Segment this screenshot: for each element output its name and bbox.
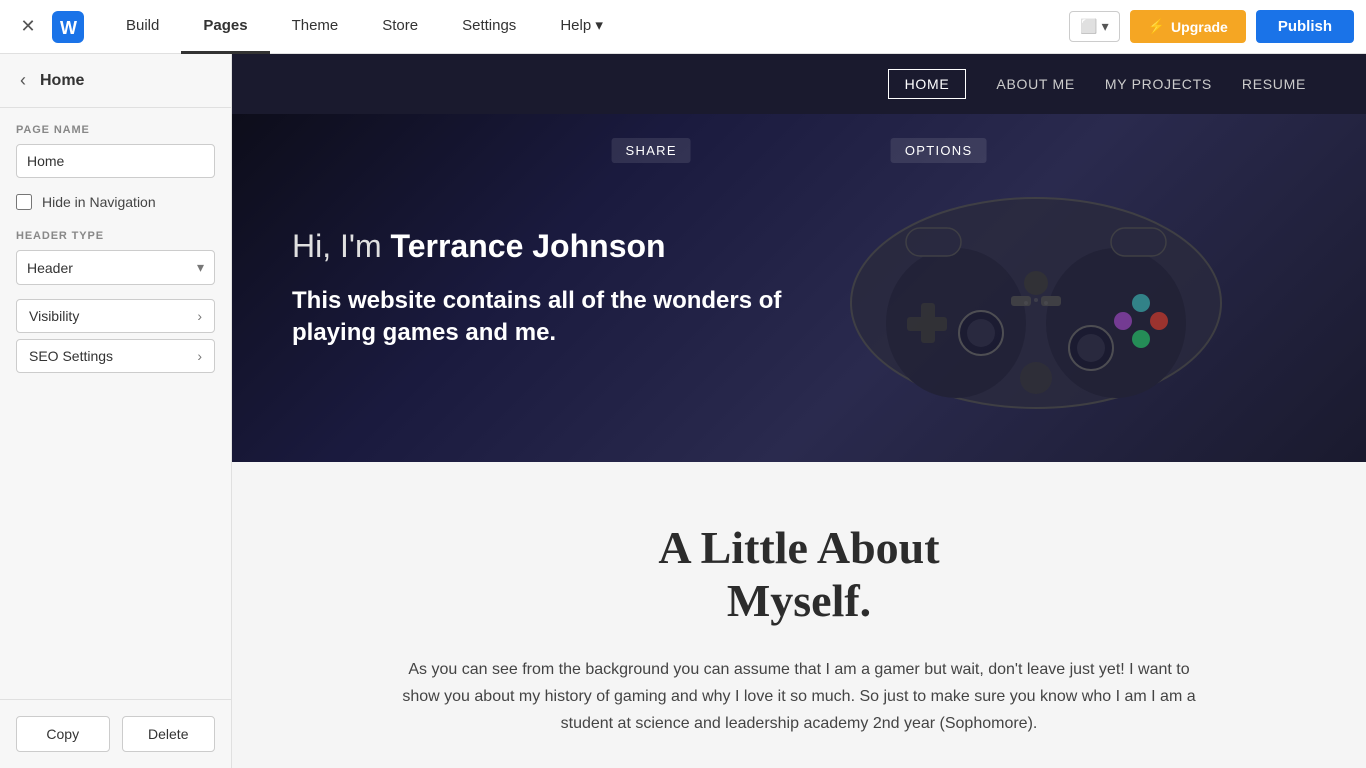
copy-button[interactable]: Copy xyxy=(16,716,110,752)
sidebar-footer: Copy Delete xyxy=(0,699,231,768)
nav-item-build[interactable]: Build xyxy=(104,0,181,54)
logo: W xyxy=(48,7,88,47)
hero-text: Hi, I'm Terrance Johnson This website co… xyxy=(232,228,912,347)
close-button[interactable]: ✕ xyxy=(12,11,44,43)
about-title: A Little About Myself. xyxy=(272,522,1326,628)
header-type-arrow: ▾ xyxy=(187,251,214,284)
nav-item-settings[interactable]: Settings xyxy=(440,0,538,54)
nav-item-store[interactable]: Store xyxy=(360,0,440,54)
share-button[interactable]: SHARE xyxy=(612,138,691,163)
page-name-label: PAGE NAME xyxy=(16,124,215,136)
sidebar-back-button[interactable]: ‹ xyxy=(16,68,30,93)
site-nav-projects[interactable]: MY PROJECTS xyxy=(1105,72,1212,96)
device-selector[interactable]: ⬜ ▾ xyxy=(1069,11,1119,42)
seo-settings-label: SEO Settings xyxy=(29,348,113,364)
header-type-select[interactable]: Header None Splash xyxy=(17,252,187,284)
delete-button[interactable]: Delete xyxy=(122,716,216,752)
hide-nav-label: Hide in Navigation xyxy=(42,194,156,210)
nav-item-theme[interactable]: Theme xyxy=(270,0,361,54)
site-nav-home[interactable]: HOME xyxy=(888,69,967,99)
hero-overlay-buttons: SHARE OPTIONS xyxy=(612,138,987,163)
content-area: HOME ABOUT ME MY PROJECTS RESUME xyxy=(232,54,1366,768)
site-nav-resume[interactable]: RESUME xyxy=(1242,72,1306,96)
seo-settings-row[interactable]: SEO Settings › xyxy=(16,339,215,373)
top-navbar: ✕ W Build Pages Theme Store Settings Hel… xyxy=(0,0,1366,54)
visibility-row[interactable]: Visibility › xyxy=(16,299,215,333)
hero-subtitle: This website contains all of the wonders… xyxy=(292,285,852,347)
nav-item-pages[interactable]: Pages xyxy=(181,0,269,54)
hide-nav-row: Hide in Navigation xyxy=(16,194,215,210)
upgrade-button[interactable]: ⚡ Upgrade xyxy=(1130,10,1246,43)
sidebar-title: Home xyxy=(40,72,84,90)
visibility-arrow: › xyxy=(197,308,202,324)
sidebar-body: PAGE NAME Hide in Navigation HEADER TYPE… xyxy=(0,108,231,699)
options-button[interactable]: OPTIONS xyxy=(891,138,987,163)
nav-item-help[interactable]: Help ▾ xyxy=(538,0,625,54)
sidebar: ‹ Home PAGE NAME Hide in Navigation HEAD… xyxy=(0,54,232,768)
lightning-icon: ⚡ xyxy=(1148,18,1165,35)
hero-greeting: Hi, I'm Terrance Johnson xyxy=(292,228,852,265)
visibility-label: Visibility xyxy=(29,308,79,324)
svg-text:W: W xyxy=(60,18,77,38)
seo-settings-arrow: › xyxy=(197,348,202,364)
hero-section: SHARE OPTIONS Hi, I'm Terrance Johnson T… xyxy=(232,114,1366,462)
publish-button[interactable]: Publish xyxy=(1256,10,1354,43)
site-navbar: HOME ABOUT ME MY PROJECTS RESUME xyxy=(232,54,1366,114)
sidebar-header: ‹ Home xyxy=(0,54,231,108)
monitor-icon: ⬜ xyxy=(1080,18,1097,35)
header-type-select-row: Header None Splash ▾ xyxy=(16,250,215,285)
header-type-label: HEADER TYPE xyxy=(16,230,215,242)
page-name-input[interactable] xyxy=(16,144,215,178)
site-nav-about[interactable]: ABOUT ME xyxy=(996,72,1074,96)
about-section: A Little About Myself. As you can see fr… xyxy=(232,462,1366,768)
main-layout: ‹ Home PAGE NAME Hide in Navigation HEAD… xyxy=(0,54,1366,768)
hide-nav-checkbox[interactable] xyxy=(16,194,32,210)
hero-name: Terrance Johnson xyxy=(391,228,666,264)
nav-right: ⬜ ▾ ⚡ Upgrade Publish xyxy=(1069,10,1354,43)
about-body: As you can see from the background you c… xyxy=(389,656,1209,738)
chevron-down-icon: ▾ xyxy=(1102,18,1109,35)
nav-items: Build Pages Theme Store Settings Help ▾ xyxy=(104,0,1069,54)
